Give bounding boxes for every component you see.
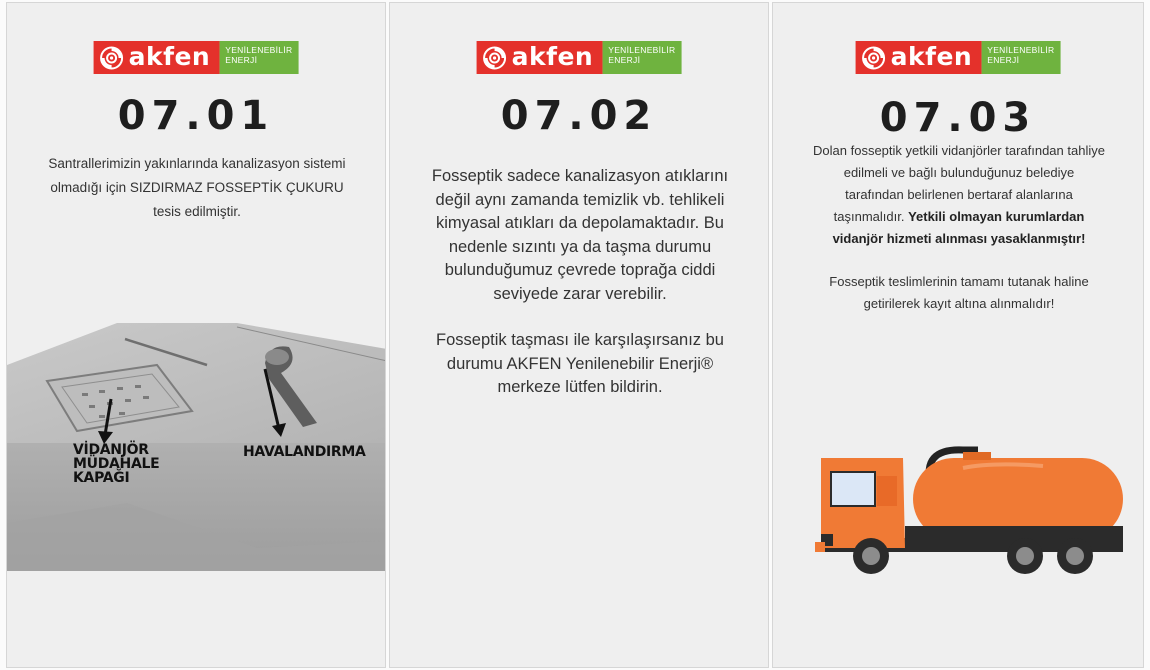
akfen-logo: akfen YENİLENEBİLİR ENERJİ xyxy=(476,41,682,74)
akfen-logo-mark-icon xyxy=(100,46,124,69)
logo-wordmark: akfen xyxy=(511,41,594,71)
logo-wordmark: akfen xyxy=(890,41,973,71)
logo-tagline: YENİLENEBİLİR ENERJİ xyxy=(602,41,682,74)
akfen-logo-mark-icon xyxy=(862,46,886,69)
section-text: Santrallerimizin yakınlarında kanalizasy… xyxy=(48,156,346,219)
panel-07-03: akfen YENİLENEBİLİR ENERJİ 07.03 Dolan f… xyxy=(772,2,1144,668)
paragraph-records: Fosseptik teslimlerinin tamamı tutanak h… xyxy=(829,274,1089,311)
section-code: 07.03 xyxy=(879,95,1037,141)
section-code: 07.01 xyxy=(117,93,275,139)
section-text: Dolan fosseptik yetkili vidanjörler tara… xyxy=(813,140,1105,315)
logo-tagline: YENİLENEBİLİR ENERJİ xyxy=(981,41,1061,74)
akfen-logo: akfen YENİLENEBİLİR ENERJİ xyxy=(855,41,1061,74)
label-havalandirma: HAVALANDIRMA xyxy=(243,444,366,460)
vacuum-truck-icon xyxy=(815,446,1123,574)
akfen-logo-mark-icon xyxy=(483,46,507,69)
label-vidanjor-mudahale-kapagi: VİDANJÖR MÜDAHALE KAPAĞI xyxy=(73,442,160,486)
logo-tagline: YENİLENEBİLİR ENERJİ xyxy=(219,41,299,74)
akfen-logo: akfen YENİLENEBİLİR ENERJİ xyxy=(93,41,299,74)
logo-wordmark: akfen xyxy=(128,41,211,71)
section-text: Fosseptik sadece kanalizasyon atıklarını… xyxy=(426,165,734,400)
paragraph-report: Fosseptik taşması ile karşılaşırsanız bu… xyxy=(436,331,724,396)
section-code: 07.02 xyxy=(500,93,658,139)
paragraph-risk: Fosseptik sadece kanalizasyon atıklarını… xyxy=(431,167,729,303)
panel-07-01: akfen YENİLENEBİLİR ENERJİ 07.01 Santral… xyxy=(6,2,386,668)
paragraph-disposal: Dolan fosseptik yetkili vidanjörler tara… xyxy=(813,143,1105,246)
panel-07-02: akfen YENİLENEBİLİR ENERJİ 07.02 Fossept… xyxy=(389,2,769,668)
